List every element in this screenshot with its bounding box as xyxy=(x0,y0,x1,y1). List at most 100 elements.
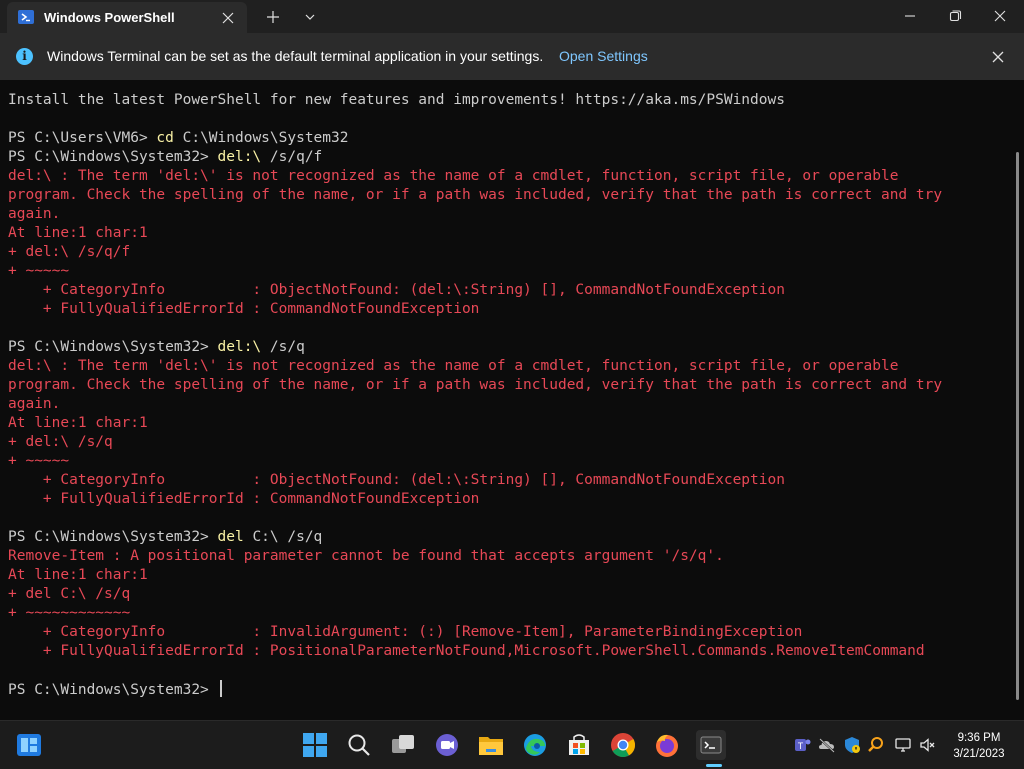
start-icon[interactable] xyxy=(300,730,330,760)
edge-icon[interactable] xyxy=(520,730,550,760)
teams-tray-icon[interactable]: T xyxy=(793,736,811,754)
restore-icon xyxy=(949,10,962,22)
terminal-text: C:\ /s/q xyxy=(243,529,323,545)
terminal-text: + ~~~~~~~~~~~~ xyxy=(8,605,131,621)
terminal-text: + CategoryInfo : InvalidArgument: (:) [R… xyxy=(8,624,803,640)
plus-icon xyxy=(267,11,279,23)
terminal-text: At line:1 char:1 xyxy=(8,567,148,583)
volume-muted-icon[interactable] xyxy=(919,736,937,754)
terminal-text: del:\ : The term 'del:\' is not recogniz… xyxy=(8,168,899,184)
terminal-text: + FullyQualifiedErrorId : CommandNotFoun… xyxy=(8,301,480,317)
terminal-text: program. Check the spelling of the name,… xyxy=(8,377,943,393)
terminal-line: At line:1 char:1 xyxy=(8,566,942,585)
chevron-down-icon xyxy=(305,14,315,20)
terminal-line: PS C:\Windows\System32> del C:\ /s/q xyxy=(8,528,942,547)
powershell-icon xyxy=(18,10,34,24)
terminal-text: del xyxy=(217,529,244,545)
task-view-icon[interactable] xyxy=(388,730,418,760)
terminal-line: PS C:\Windows\System32> del:\ /s/q/f xyxy=(8,148,942,167)
terminal-text: At line:1 char:1 xyxy=(8,415,148,431)
terminal-line: At line:1 char:1 xyxy=(8,414,942,433)
close-icon xyxy=(992,51,1004,63)
terminal-text: del:\ xyxy=(217,149,262,165)
terminal-lines: Install the latest PowerShell for new fe… xyxy=(8,91,942,699)
terminal-line: + del:\ /s/q xyxy=(8,433,942,452)
terminal-line: PS C:\Windows\System32> xyxy=(8,680,942,699)
terminal-text: del:\ : The term 'del:\' is not recogniz… xyxy=(8,358,899,374)
terminal-line: + ~~~~~ xyxy=(8,452,942,471)
terminal-text: PS C:\Windows\System32> xyxy=(8,339,218,355)
title-bar: Windows PowerShell xyxy=(0,0,1024,33)
tab-windows-powershell[interactable]: Windows PowerShell xyxy=(7,2,247,33)
terminal-text: cd xyxy=(156,130,174,146)
terminal-line: + del C:\ /s/q xyxy=(8,585,942,604)
terminal-line: del:\ : The term 'del:\' is not recogniz… xyxy=(8,167,942,186)
terminal-icon[interactable] xyxy=(696,730,726,760)
terminal-text: Install the latest PowerShell for new fe… xyxy=(8,92,785,108)
file-explorer-icon[interactable] xyxy=(476,730,506,760)
terminal-text: Remove-Item : A positional parameter can… xyxy=(8,548,724,564)
terminal-line: + ~~~~~ xyxy=(8,262,942,281)
microsoft-store-icon[interactable] xyxy=(564,730,594,760)
minimize-button[interactable] xyxy=(898,5,922,27)
close-icon xyxy=(994,10,1006,22)
terminal-scrollbar[interactable] xyxy=(1016,152,1019,700)
terminal-text: + del C:\ /s/q xyxy=(8,586,131,602)
terminal-text: + del:\ /s/q/f xyxy=(8,244,131,260)
terminal-line: program. Check the spelling of the name,… xyxy=(8,186,942,205)
minimize-icon xyxy=(905,15,915,17)
info-message: Windows Terminal can be set as the defau… xyxy=(47,48,544,64)
security-icon[interactable] xyxy=(843,736,861,754)
onedrive-icon[interactable] xyxy=(818,736,836,754)
terminal-line: + del:\ /s/q/f xyxy=(8,243,942,262)
open-settings-link[interactable]: Open Settings xyxy=(559,48,648,64)
info-bar-close-button[interactable] xyxy=(988,47,1008,67)
firefox-icon[interactable] xyxy=(652,730,682,760)
terminal-text: PS C:\Users\VM6> xyxy=(8,130,157,146)
terminal-line: + CategoryInfo : ObjectNotFound: (del:\:… xyxy=(8,281,942,300)
terminal-line: + FullyQualifiedErrorId : CommandNotFoun… xyxy=(8,300,942,319)
terminal-line: + CategoryInfo : ObjectNotFound: (del:\:… xyxy=(8,471,942,490)
clock-date: 3/21/2023 xyxy=(953,748,1005,760)
new-tab-button[interactable] xyxy=(263,7,283,27)
tab-close-button[interactable] xyxy=(220,8,236,26)
clock-time: 9:36 PM xyxy=(957,732,1001,744)
terminal-text: again. xyxy=(8,206,61,222)
terminal-text: + ~~~~~ xyxy=(8,263,70,279)
terminal-text: PS C:\Windows\System32> xyxy=(8,149,218,165)
terminal-text: At line:1 char:1 xyxy=(8,225,148,241)
text-cursor xyxy=(219,680,222,697)
terminal-output[interactable]: Install the latest PowerShell for new fe… xyxy=(0,80,1024,720)
network-icon[interactable] xyxy=(894,736,912,754)
info-icon: i xyxy=(16,48,33,65)
terminal-text: again. xyxy=(8,396,61,412)
close-window-button[interactable] xyxy=(988,5,1012,27)
terminal-line: Remove-Item : A positional parameter can… xyxy=(8,547,942,566)
info-bar: i Windows Terminal can be set as the def… xyxy=(0,33,1024,80)
tab-dropdown-button[interactable] xyxy=(300,7,320,27)
terminal-text: + FullyQualifiedErrorId : CommandNotFoun… xyxy=(8,491,480,507)
teams-chat-icon[interactable] xyxy=(432,730,462,760)
close-icon xyxy=(222,12,234,24)
terminal-line: again. xyxy=(8,395,942,414)
terminal-text: PS C:\Windows\System32> xyxy=(8,682,218,698)
maximize-button[interactable] xyxy=(943,5,967,27)
terminal-text: + CategoryInfo : ObjectNotFound: (del:\:… xyxy=(8,472,785,488)
terminal-line: Install the latest PowerShell for new fe… xyxy=(8,91,942,110)
terminal-line: + CategoryInfo : InvalidArgument: (:) [R… xyxy=(8,623,942,642)
terminal-line: At line:1 char:1 xyxy=(8,224,942,243)
terminal-text: /s/q/f xyxy=(261,149,323,165)
widgets-icon[interactable] xyxy=(14,730,44,760)
search-tray-icon[interactable] xyxy=(867,736,885,754)
terminal-line: program. Check the spelling of the name,… xyxy=(8,376,942,395)
terminal-text: del:\ xyxy=(217,339,262,355)
search-icon[interactable] xyxy=(344,730,374,760)
terminal-line: + ~~~~~~~~~~~~ xyxy=(8,604,942,623)
clock[interactable]: 9:36 PM 3/21/2023 xyxy=(945,730,1013,762)
svg-text:T: T xyxy=(798,741,804,751)
chrome-icon[interactable] xyxy=(608,730,638,760)
terminal-line: del:\ : The term 'del:\' is not recogniz… xyxy=(8,357,942,376)
